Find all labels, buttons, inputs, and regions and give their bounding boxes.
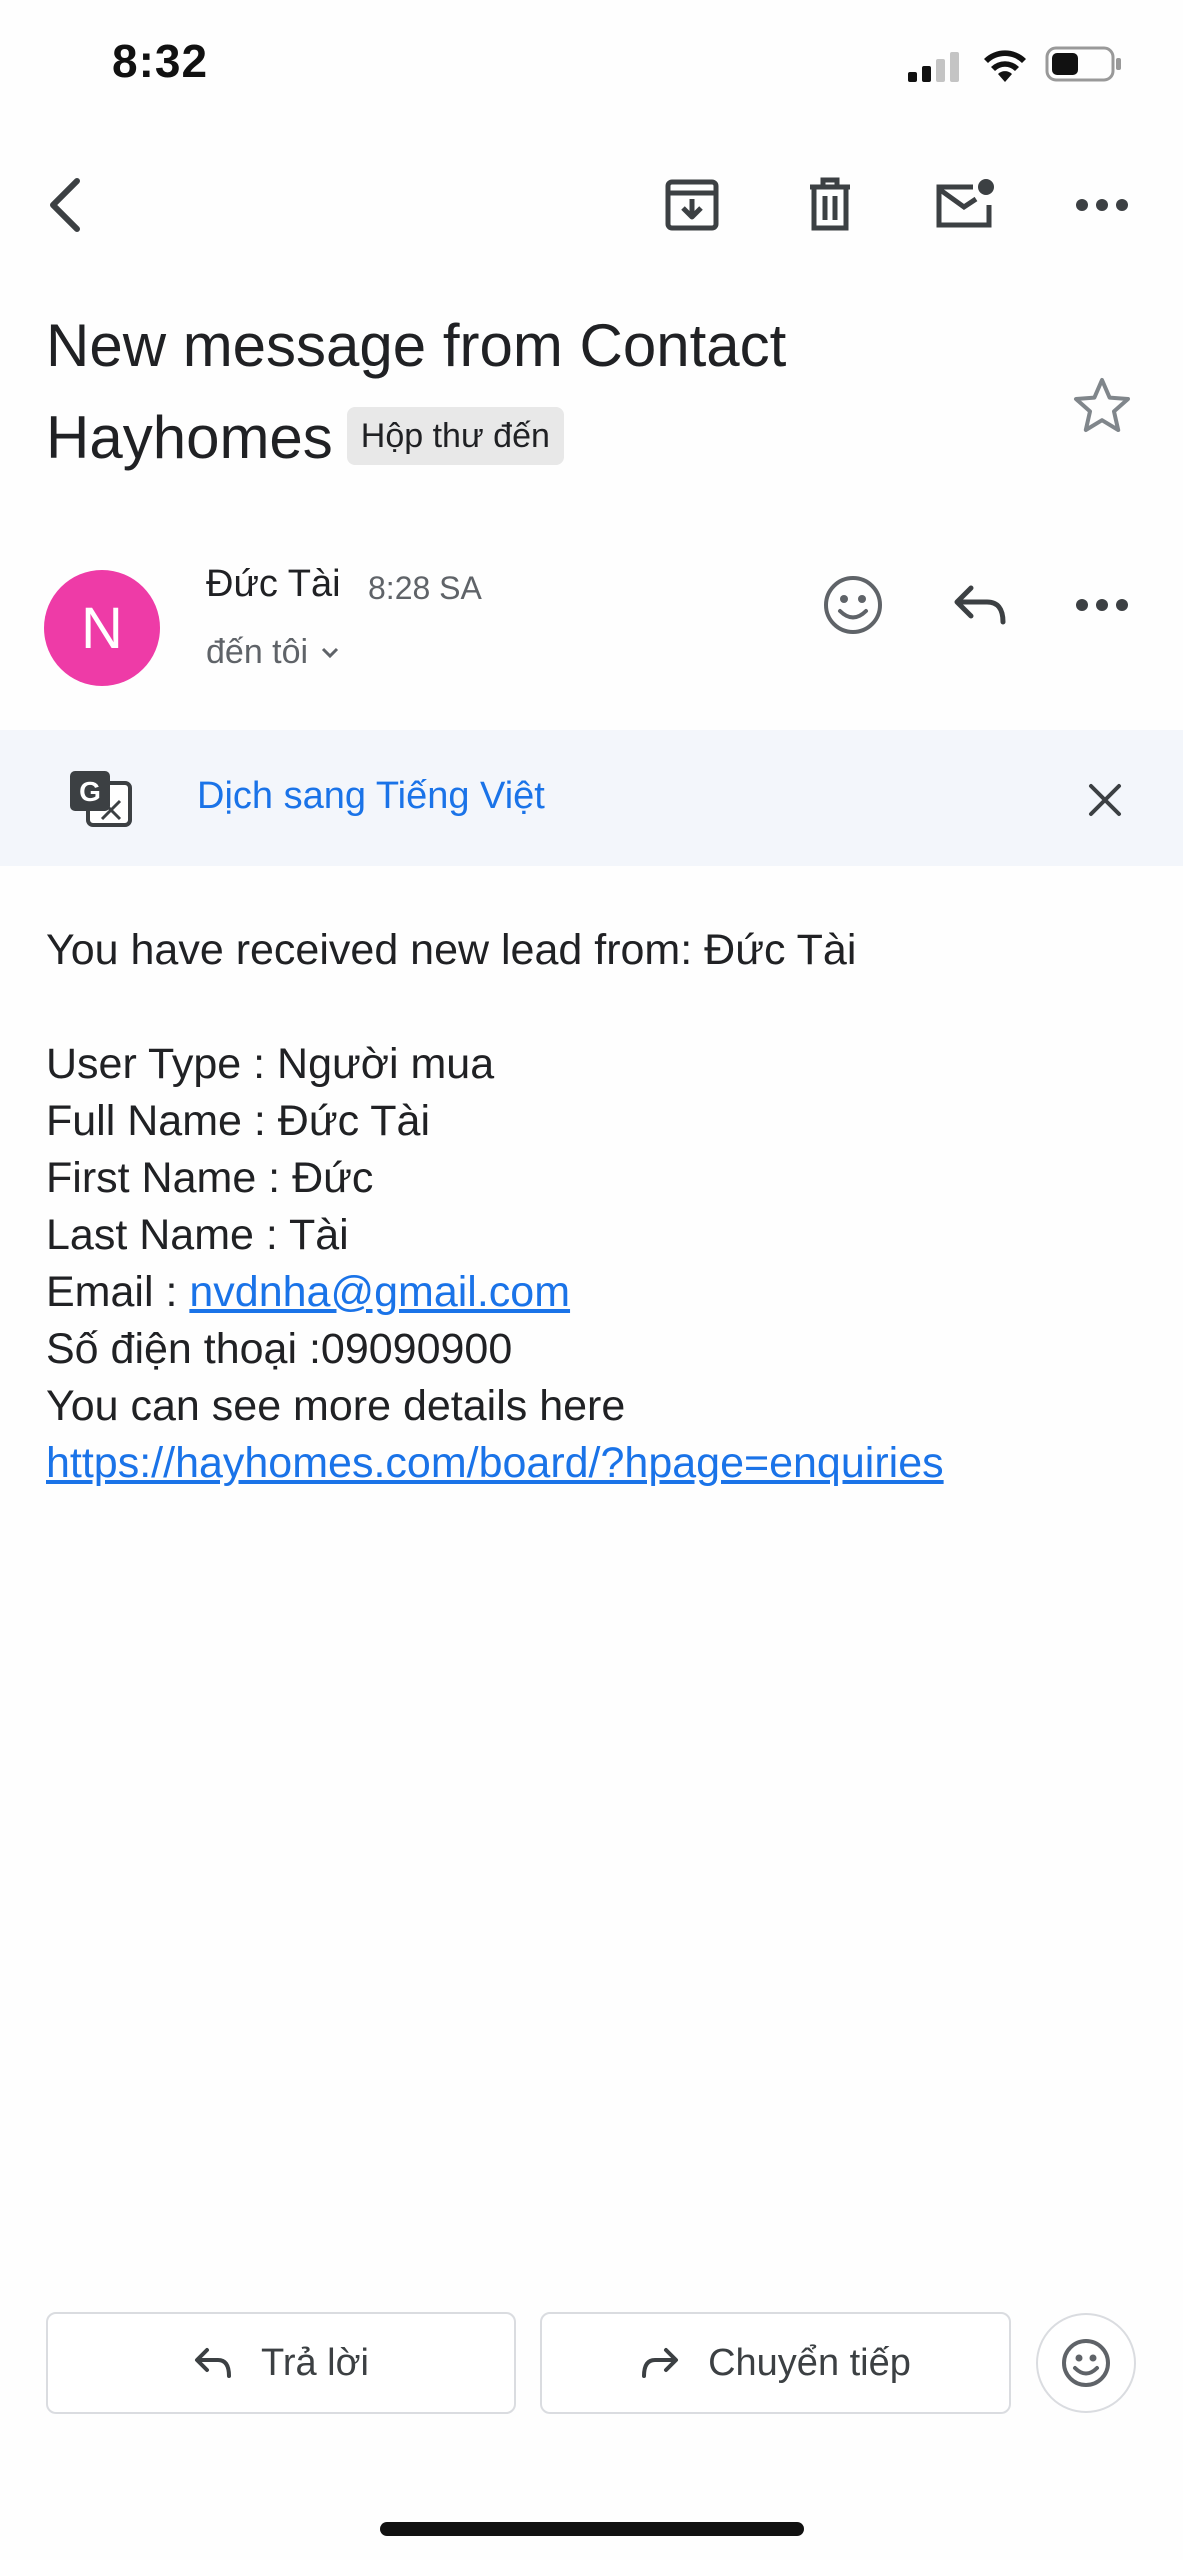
body-last-name: Last Name : Tài bbox=[46, 1211, 349, 1259]
email-link[interactable]: nvdnha@gmail.com bbox=[189, 1268, 570, 1316]
body-intro: You have received new lead from: Đức Tài bbox=[46, 926, 857, 974]
delete-button[interactable] bbox=[790, 170, 870, 240]
archive-icon bbox=[665, 179, 719, 231]
chevron-down-icon bbox=[322, 647, 339, 658]
wifi-icon bbox=[984, 50, 1026, 82]
translate-link[interactable]: Dịch sang Tiếng Việt bbox=[197, 775, 545, 818]
home-indicator[interactable] bbox=[380, 2522, 804, 2536]
reply-label: Trả lời bbox=[261, 2341, 369, 2384]
forward-button[interactable]: Chuyển tiếp bbox=[540, 2312, 1011, 2414]
smiley-icon bbox=[1062, 2339, 1110, 2387]
translate-icon-wrap: G bbox=[60, 760, 140, 836]
emoji-reaction-button[interactable] bbox=[1036, 2313, 1136, 2413]
recipient-text: đến tôi bbox=[206, 633, 309, 671]
body-full-name: Full Name : Đức Tài bbox=[46, 1097, 431, 1145]
forward-label: Chuyển tiếp bbox=[708, 2341, 911, 2384]
email-body: You have received new lead from: Đức Tài… bbox=[46, 922, 1146, 1492]
body-details-text: You can see more details here bbox=[46, 1382, 626, 1430]
body-phone: Số điện thoại :09090900 bbox=[46, 1325, 513, 1373]
cellular-signal-icon bbox=[908, 52, 959, 82]
sender-name: Đức Tài bbox=[206, 563, 341, 605]
add-reaction-button[interactable] bbox=[808, 565, 898, 645]
sent-time: 8:28 SA bbox=[368, 570, 482, 606]
details-link[interactable]: https://hayhomes.com/board/?hpage=enquir… bbox=[46, 1439, 944, 1487]
email-field-label: Email : bbox=[46, 1268, 190, 1316]
more-horizontal-icon bbox=[1076, 599, 1128, 611]
status-time: 8:32 bbox=[112, 35, 209, 87]
back-button[interactable] bbox=[30, 165, 100, 245]
email-subject: New message from Contact Hayhomes Hộp thư… bbox=[46, 300, 1056, 484]
body-user-type: User Type : Người mua bbox=[46, 1040, 495, 1088]
battery-icon bbox=[1045, 46, 1121, 82]
translate-banner bbox=[0, 730, 1183, 866]
archive-button[interactable] bbox=[652, 170, 732, 240]
forward-arrow-icon bbox=[642, 2348, 679, 2378]
message-more-button[interactable] bbox=[1062, 565, 1142, 645]
reply-arrow-icon bbox=[954, 585, 1006, 625]
inbox-label-badge[interactable]: Hộp thư đến bbox=[346, 407, 564, 466]
mark-unread-button[interactable] bbox=[925, 170, 1005, 240]
more-options-button[interactable] bbox=[1062, 170, 1142, 240]
mark-unread-icon bbox=[936, 179, 994, 228]
reply-button[interactable]: Trả lời bbox=[46, 2312, 516, 2414]
svg-text:G: G bbox=[79, 776, 101, 807]
close-icon bbox=[1089, 784, 1121, 816]
reply-arrow-icon bbox=[195, 2348, 232, 2378]
google-translate-icon: G bbox=[70, 771, 132, 827]
more-horizontal-icon bbox=[1076, 199, 1128, 211]
body-details-line: https://hayhomes.com/board/?hpage=enquir… bbox=[46, 1435, 1146, 1492]
smiley-icon bbox=[824, 576, 882, 634]
star-outline-icon bbox=[1074, 378, 1130, 432]
reply-icon-button[interactable] bbox=[940, 565, 1020, 645]
close-translate-button[interactable] bbox=[1070, 770, 1140, 830]
email-view-screen: 8:32 New message from Contact Hayhomes H… bbox=[0, 0, 1183, 2560]
recipient-details-toggle[interactable]: đến tôi bbox=[206, 633, 340, 672]
star-button[interactable] bbox=[1062, 365, 1142, 445]
sender-avatar[interactable]: N bbox=[44, 570, 160, 686]
back-arrow-icon bbox=[50, 178, 80, 232]
body-email-line: Email : nvdnha@gmail.com bbox=[46, 1264, 1146, 1321]
body-first-name: First Name : Đức bbox=[46, 1154, 374, 1202]
trash-icon bbox=[810, 177, 850, 231]
